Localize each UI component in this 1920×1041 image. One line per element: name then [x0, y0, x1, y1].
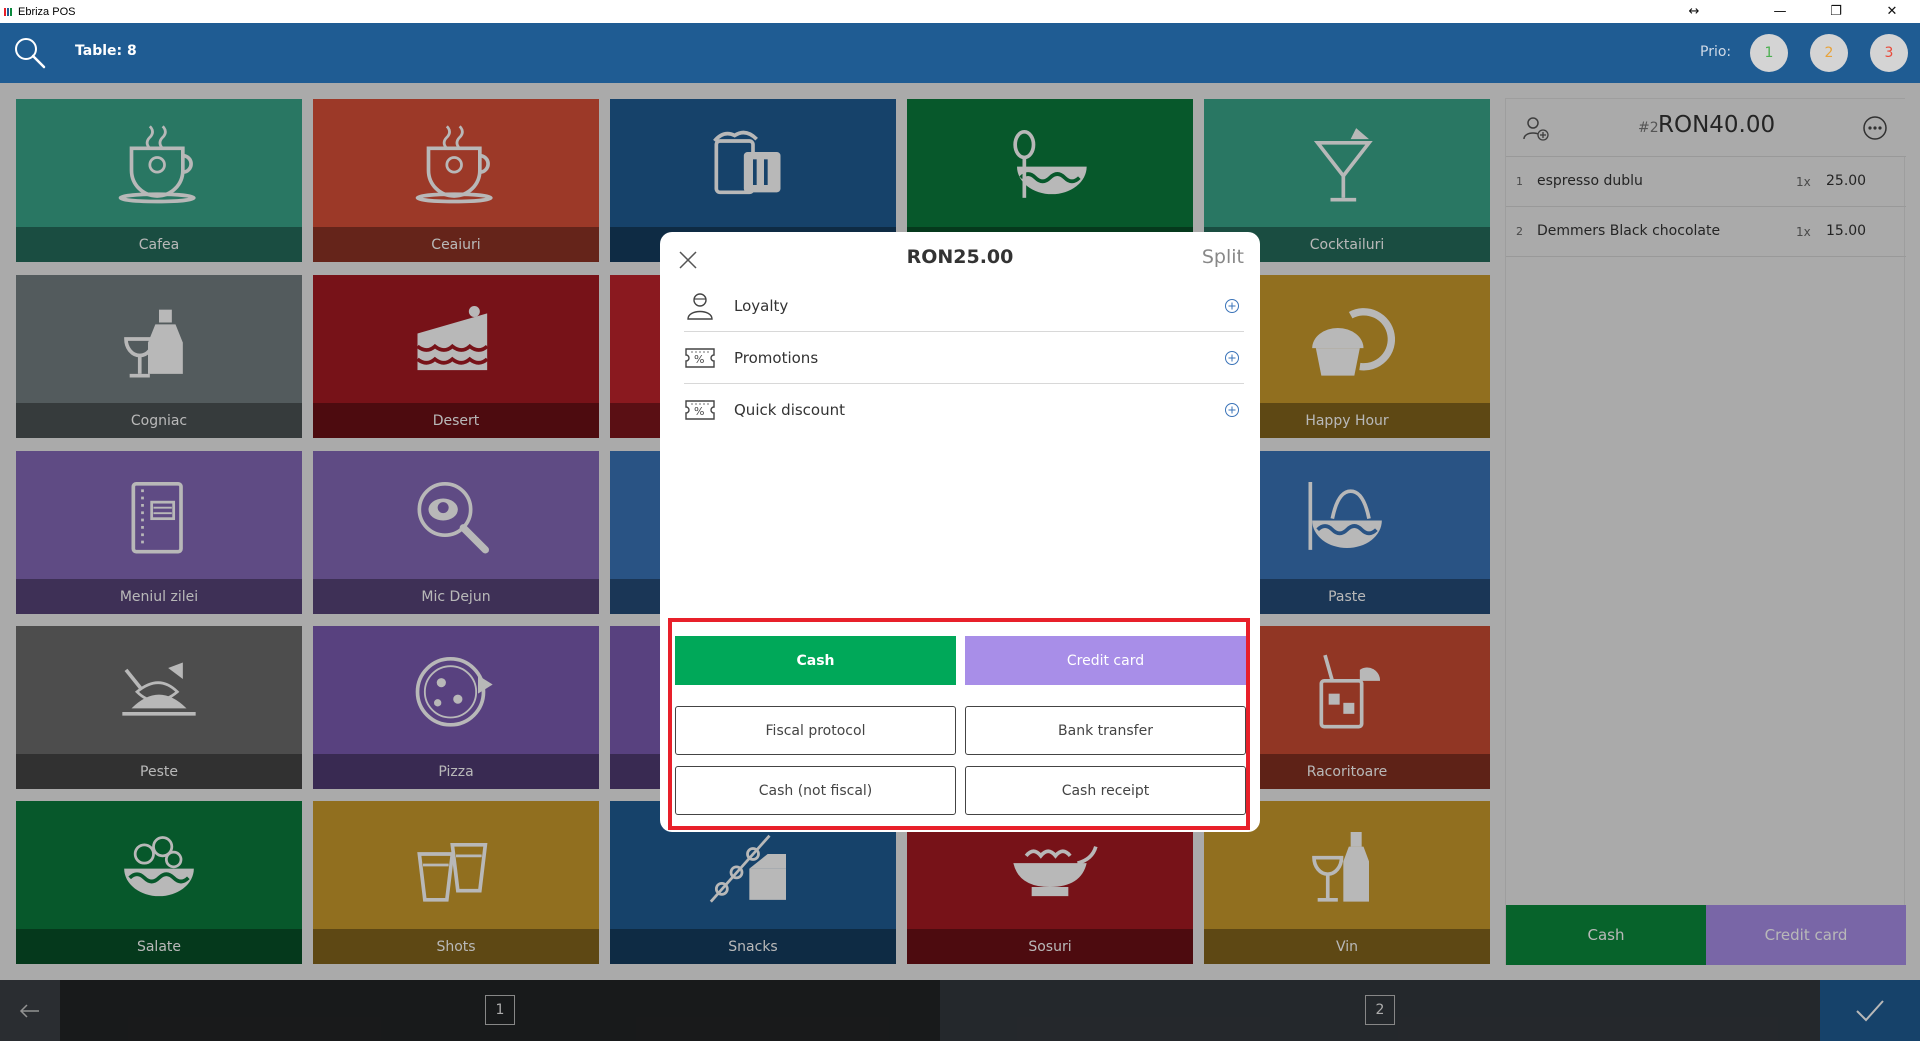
split-button[interactable]: Split: [1202, 246, 1244, 268]
close-window-button[interactable]: ✕: [1864, 0, 1920, 23]
search-icon: [15, 38, 46, 69]
prio-1-label: 1: [1764, 45, 1774, 61]
add-circle-icon[interactable]: [1224, 298, 1240, 314]
fiscal-protocol-button[interactable]: Fiscal protocol: [675, 706, 956, 755]
loyalty-label: Loyalty: [734, 297, 789, 315]
minimize-button[interactable]: —: [1752, 0, 1808, 23]
window-titlebar: Ebriza POS ↔ — ❐ ✕: [0, 0, 1920, 23]
credit-card-button[interactable]: Credit card: [965, 636, 1246, 685]
payment-methods-highlight: Cash Credit card Fiscal protocol Bank tr…: [668, 618, 1250, 830]
promotions-row[interactable]: % Promotions: [684, 332, 1244, 384]
restore-button[interactable]: ❐: [1808, 0, 1864, 23]
prio-label: Prio:: [1700, 44, 1732, 60]
add-circle-icon[interactable]: [1224, 402, 1240, 418]
coupon-icon: %: [685, 400, 715, 420]
prio-3-button[interactable]: 3: [1870, 34, 1908, 72]
cash-receipt-button[interactable]: Cash receipt: [965, 766, 1246, 815]
svg-text:%: %: [694, 405, 704, 418]
resize-icon[interactable]: ↔: [1666, 0, 1722, 23]
table-label: Table: 8: [75, 43, 137, 59]
coupon-icon: %: [685, 348, 715, 368]
cash-not-fiscal-button[interactable]: Cash (not fiscal): [675, 766, 956, 815]
add-circle-icon[interactable]: [1224, 350, 1240, 366]
cash-button[interactable]: Cash: [675, 636, 956, 685]
app-header: Table: 8 Prio: 1 2 3: [0, 23, 1920, 83]
quick-discount-label: Quick discount: [734, 401, 846, 419]
payment-modal: RON25.00 Split Loyalty % Promotions % Qu…: [660, 232, 1260, 832]
prio-2-label: 2: [1824, 45, 1834, 61]
search-button[interactable]: [12, 35, 48, 71]
prio-2-button[interactable]: 2: [1810, 34, 1848, 72]
app-logo-icon: [4, 7, 12, 16]
prio-3-label: 3: [1884, 45, 1894, 61]
loyalty-row[interactable]: Loyalty: [684, 280, 1244, 332]
prio-1-button[interactable]: 1: [1750, 34, 1788, 72]
person-icon: [687, 293, 713, 320]
bank-transfer-button[interactable]: Bank transfer: [965, 706, 1246, 755]
svg-text:%: %: [694, 353, 704, 366]
payment-amount: RON25.00: [906, 246, 1014, 268]
promotions-label: Promotions: [734, 349, 819, 367]
window-controls: ↔ — ❐ ✕: [1666, 0, 1920, 23]
quick-discount-row[interactable]: % Quick discount: [684, 384, 1244, 436]
window-title: Ebriza POS: [18, 5, 76, 18]
